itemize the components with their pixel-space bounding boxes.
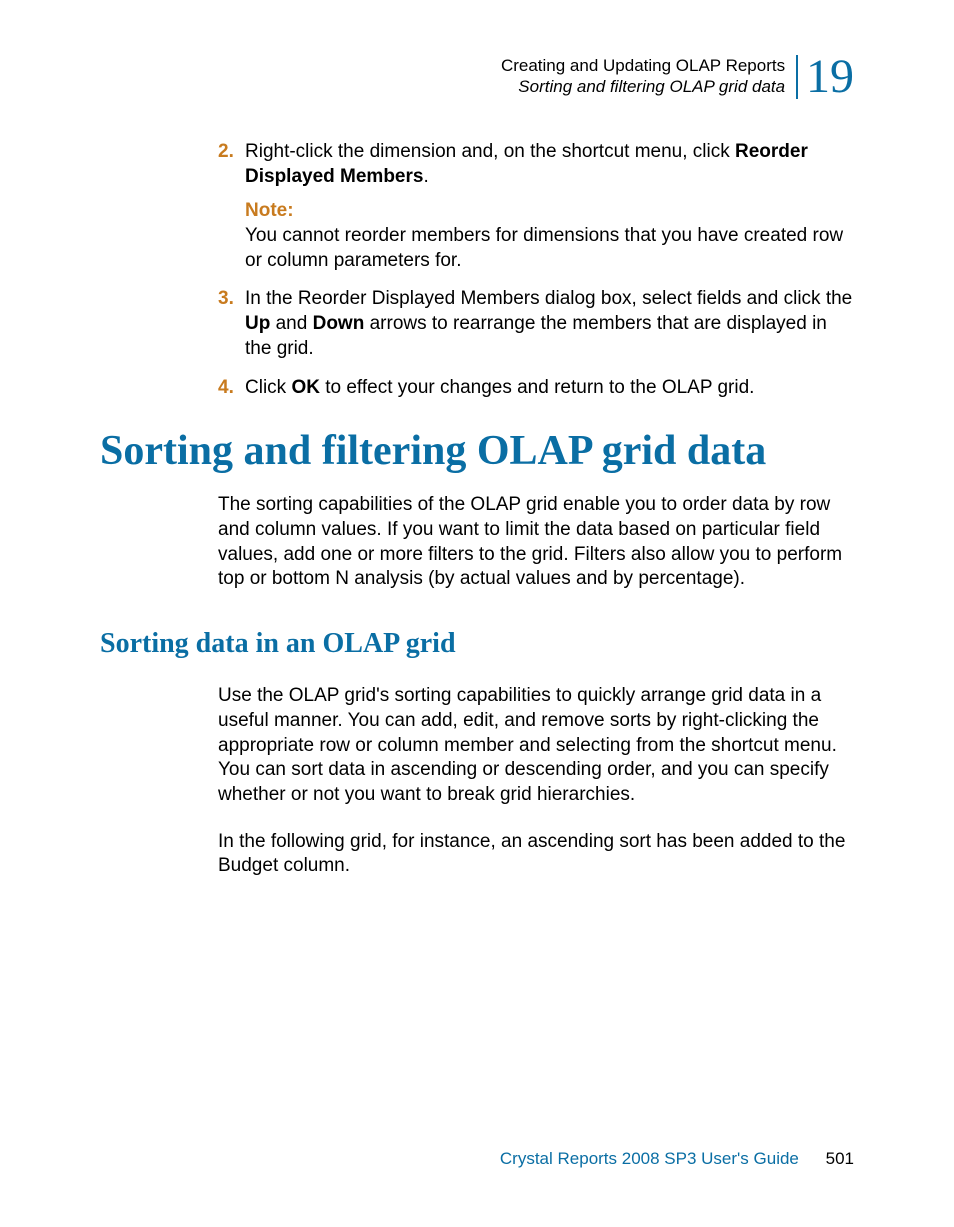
step-4: 4. Click OK to effect your changes and r… xyxy=(100,376,854,401)
intro-paragraph: The sorting capabilities of the OLAP gri… xyxy=(218,493,854,592)
chapter-title: Creating and Updating OLAP Reports xyxy=(501,56,785,75)
page: Creating and Updating OLAP Reports Sorti… xyxy=(0,0,954,1227)
header-text: Creating and Updating OLAP Reports Sorti… xyxy=(501,55,785,98)
step-text-bold-up: Up xyxy=(245,313,270,334)
paragraph-3: In the following grid, for instance, an … xyxy=(218,830,854,879)
step-text-post: . xyxy=(423,166,428,187)
footer-guide-name: Crystal Reports 2008 SP3 User's Guide xyxy=(500,1149,799,1168)
note-body: You cannot reorder members for dimension… xyxy=(245,225,843,271)
subsection-heading: Sorting data in an OLAP grid xyxy=(100,628,854,660)
step-text-bold: OK xyxy=(291,377,320,398)
section-heading: Sorting and filtering OLAP grid data xyxy=(100,428,854,474)
step-text-post: to effect your changes and return to the… xyxy=(320,377,754,398)
step-number: 3. xyxy=(218,287,234,312)
page-header: Creating and Updating OLAP Reports Sorti… xyxy=(501,55,854,99)
page-footer: Crystal Reports 2008 SP3 User's Guide 50… xyxy=(500,1149,854,1169)
step-number: 4. xyxy=(218,376,234,401)
steps-list: 2. Right-click the dimension and, on the… xyxy=(100,140,854,400)
footer-page-number: 501 xyxy=(826,1149,854,1168)
paragraph-2: Use the OLAP grid's sorting capabilities… xyxy=(218,684,854,807)
step-3: 3. In the Reorder Displayed Members dial… xyxy=(100,287,854,361)
step-number: 2. xyxy=(218,140,234,165)
content-area: 2. Right-click the dimension and, on the… xyxy=(100,140,854,901)
step-text-pre: Right-click the dimension and, on the sh… xyxy=(245,141,735,162)
header-section-title: Sorting and filtering OLAP grid data xyxy=(501,76,785,97)
step-text-mid: and xyxy=(270,313,312,334)
chapter-number: 19 xyxy=(806,55,854,99)
step-2: 2. Right-click the dimension and, on the… xyxy=(100,140,854,273)
step-text-bold-down: Down xyxy=(313,313,365,334)
step-text-pre: In the Reorder Displayed Members dialog … xyxy=(245,288,852,309)
header-separator xyxy=(796,55,798,99)
step-text-pre: Click xyxy=(245,377,291,398)
note-label: Note: xyxy=(245,199,854,224)
